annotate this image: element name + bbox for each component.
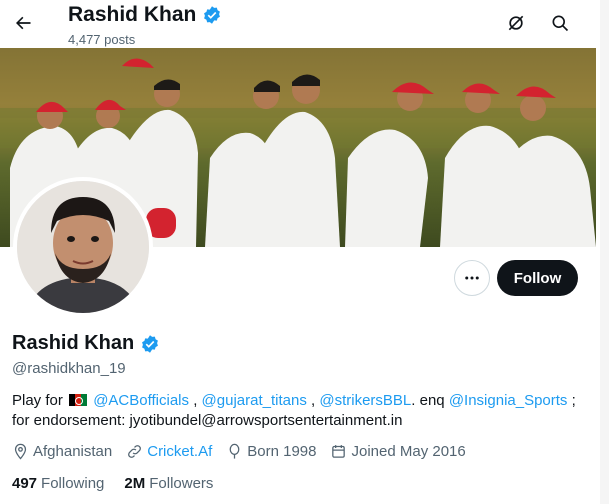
following-label: Following <box>41 475 105 492</box>
grok-button[interactable] <box>501 8 531 38</box>
search-icon <box>552 15 569 32</box>
profile-avatar[interactable] <box>13 177 153 317</box>
follow-button[interactable]: Follow <box>497 260 578 296</box>
grok-icon <box>508 15 524 31</box>
location-item: Afghanistan <box>12 443 112 460</box>
born-item: Born 1998 <box>226 443 316 460</box>
header-title: Rashid Khan <box>68 3 197 26</box>
mention-gujarat-titans[interactable]: @gujarat_titans <box>202 392 307 409</box>
location-pin-icon <box>14 443 27 460</box>
link-icon <box>128 445 142 458</box>
balloon-icon <box>229 443 240 459</box>
mention-insignia-sports[interactable]: @Insignia_Sports <box>449 392 568 409</box>
more-options-button[interactable] <box>454 260 490 296</box>
calendar-icon <box>332 445 346 458</box>
following-count: 497 <box>12 475 38 492</box>
website-link[interactable]: Cricket.Af <box>147 443 212 460</box>
post-count: 4,477 posts <box>68 32 136 47</box>
location-text: Afghanistan <box>33 443 113 460</box>
mention-acbofficials[interactable]: @ACBofficials <box>93 392 189 409</box>
profile-meta: Afghanistan Cricket.Af Born 1998 Joined … <box>12 443 466 460</box>
following-link[interactable]: 497 Following <box>12 475 104 492</box>
verified-badge-icon[interactable] <box>140 334 160 354</box>
followers-label: Followers <box>149 475 214 492</box>
bio-separator: , <box>189 392 202 409</box>
search-button[interactable] <box>545 8 575 38</box>
website-item: Cricket.Af <box>126 443 212 460</box>
bio-text: . enq <box>411 392 449 409</box>
profile-bio: Play for @ACBofficials , @gujarat_titans… <box>12 391 597 431</box>
followers-link[interactable]: 2M Followers <box>124 475 213 492</box>
avatar-photo <box>17 181 149 313</box>
arrow-left-icon <box>16 16 31 30</box>
bio-separator: , <box>306 392 320 409</box>
verified-badge-icon <box>204 6 221 24</box>
followers-count: 2M <box>124 475 146 492</box>
more-horizontal-icon <box>465 276 479 280</box>
top-bar: Rashid Khan 4,477 posts <box>0 0 609 48</box>
profile-name-row: Rashid Khan <box>12 332 160 355</box>
bio-prefix: Play for <box>12 392 63 409</box>
joined-text: Joined May 2016 <box>351 443 466 460</box>
profile-name: Rashid Khan <box>12 332 135 354</box>
joined-item: Joined May 2016 <box>330 443 466 460</box>
mention-strikersbbl[interactable]: @strikersBBL <box>319 392 411 409</box>
profile-stats: 497 Following 2M Followers <box>12 475 213 492</box>
profile-handle: @rashidkhan_19 <box>12 360 126 377</box>
born-text: Born 1998 <box>247 443 317 460</box>
header-title-block: Rashid Khan 4,477 posts <box>68 3 222 47</box>
scrollbar[interactable] <box>600 0 609 504</box>
back-button[interactable] <box>8 8 38 38</box>
afghanistan-flag-icon <box>69 394 88 406</box>
